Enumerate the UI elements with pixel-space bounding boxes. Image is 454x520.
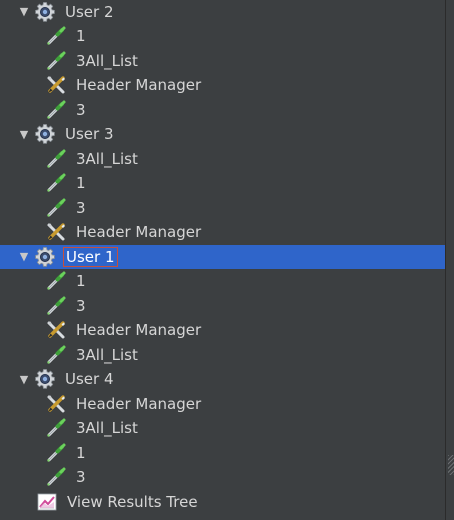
tree-node-label: 1 [76, 174, 86, 192]
tree-node-label: Header Manager [76, 394, 202, 413]
scrollbar-grip[interactable] [448, 455, 454, 475]
expand-triangle-down-icon[interactable]: ▼ [17, 372, 31, 386]
vertical-scrollbar[interactable] [445, 0, 454, 520]
tree-node-label: User 1 [63, 246, 118, 267]
tree-node-sampler[interactable]: 1 [0, 269, 446, 293]
tree-node-thread-group[interactable]: ▼ User 4 [0, 367, 446, 391]
tree-node-sampler[interactable]: 3 [0, 294, 446, 318]
tree-node-label: Header Manager [76, 321, 202, 339]
tree-node-sampler[interactable]: 1 [0, 24, 446, 48]
pipette-icon [44, 416, 68, 440]
tree-node-label: 3 [76, 296, 86, 315]
tree-node-sampler[interactable]: 1 [0, 441, 446, 465]
tree-node-label: User 3 [65, 125, 114, 143]
tree-node-label: User 2 [65, 2, 114, 21]
tree-node-header-manager[interactable]: Header Manager [0, 318, 446, 342]
tree-node-label: 3All_List [76, 51, 138, 70]
tree-node-label: 1 [76, 27, 86, 45]
tree-node-label: View Results Tree [67, 492, 198, 511]
tree-node-sampler[interactable]: 1 [0, 171, 446, 195]
wrench-screwdriver-icon [44, 73, 68, 97]
pipette-icon [44, 441, 68, 465]
gear-icon [33, 367, 57, 391]
tree-node-thread-group[interactable]: ▼ User 1 [0, 244, 446, 269]
expand-triangle-down-icon[interactable]: ▼ [17, 127, 31, 141]
tree-node-label: 3All_List [76, 149, 138, 168]
tree-node-label: 1 [76, 443, 86, 462]
gear-icon [33, 122, 57, 146]
tree-node-label: 3 [76, 198, 86, 217]
test-plan-tree[interactable]: ▼ User 2 1 3All_List Header Manager 3 ▼ [0, 0, 446, 520]
pipette-icon [44, 24, 68, 48]
tree-node-header-manager[interactable]: Header Manager [0, 73, 446, 97]
pipette-icon [44, 294, 68, 318]
pipette-icon [44, 49, 68, 73]
expand-triangle-down-icon[interactable]: ▼ [17, 5, 31, 19]
pipette-icon [44, 269, 68, 293]
tree-node-label: Header Manager [76, 76, 202, 94]
pipette-icon [44, 98, 68, 122]
pipette-icon [44, 171, 68, 195]
tree-node-header-manager[interactable]: Header Manager [0, 220, 446, 244]
tree-node-label: User 4 [65, 370, 114, 388]
wrench-screwdriver-icon [44, 392, 68, 416]
pipette-icon [44, 196, 68, 220]
tree-node-view-results-tree[interactable]: View Results Tree [0, 490, 446, 514]
tree-node-sampler[interactable]: 3 [0, 98, 446, 122]
pipette-icon [44, 343, 68, 367]
tree-node-thread-group[interactable]: ▼ User 2 [0, 0, 446, 24]
tree-node-label: 3 [76, 468, 86, 486]
tree-node-sampler[interactable]: 3 [0, 465, 446, 489]
tree-node-sampler[interactable]: 3All_List [0, 49, 446, 73]
pipette-icon [44, 147, 68, 171]
expand-triangle-down-icon[interactable]: ▼ [17, 250, 31, 264]
wrench-screwdriver-icon [44, 318, 68, 342]
gear-icon [33, 245, 57, 269]
tree-node-sampler[interactable]: 3All_List [0, 147, 446, 171]
tree-node-label: 3All_List [76, 345, 138, 364]
tree-node-sampler[interactable]: 3 [0, 196, 446, 220]
pipette-icon [44, 465, 68, 489]
tree-node-sampler[interactable]: 3All_List [0, 343, 446, 367]
tree-node-label: 3 [76, 100, 86, 119]
results-tree-icon [35, 490, 59, 514]
tree-node-label: 1 [76, 272, 86, 290]
tree-node-sampler[interactable]: 3All_List [0, 416, 446, 440]
tree-node-label: 3All_List [76, 419, 138, 437]
tree-node-header-manager[interactable]: Header Manager [0, 392, 446, 416]
wrench-screwdriver-icon [44, 220, 68, 244]
gear-icon [33, 0, 57, 24]
tree-node-label: Header Manager [76, 223, 202, 241]
tree-node-thread-group[interactable]: ▼ User 3 [0, 122, 446, 146]
